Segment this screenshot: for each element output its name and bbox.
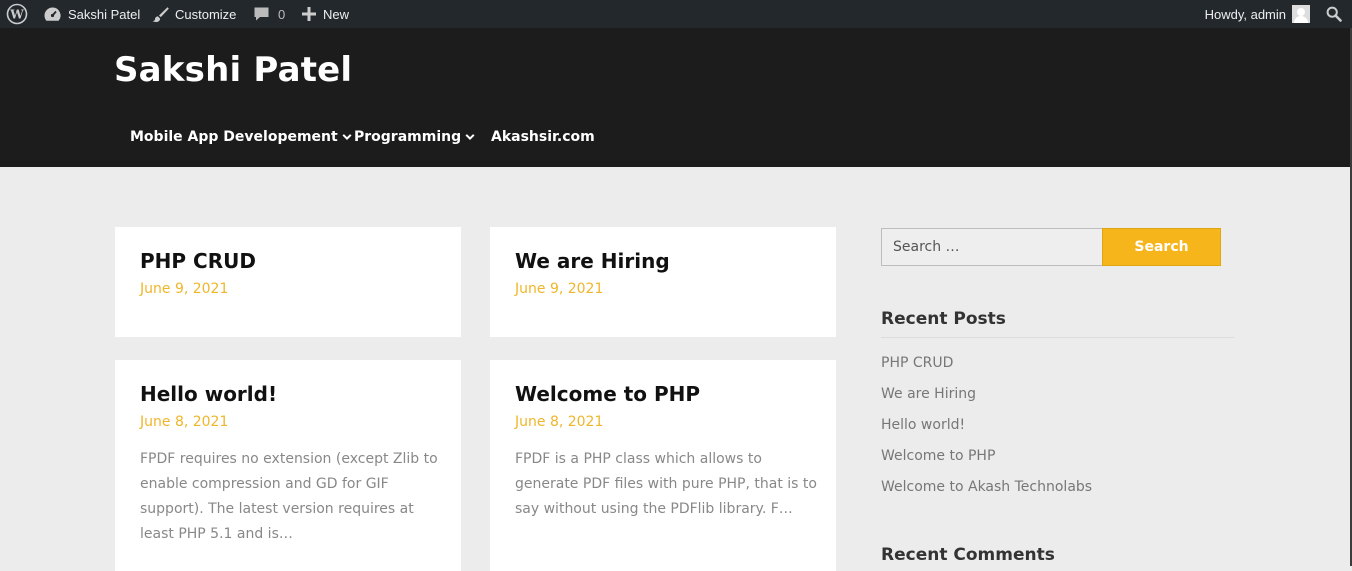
wordpress-logo-icon[interactable]: W [6,0,28,28]
nav-item-programming[interactable]: Programming [354,106,475,167]
admin-bar: W Sakshi Patel Customize 0 New Howdy, ad… [0,0,1352,28]
recent-post-link[interactable]: Welcome to PHP [881,445,1092,476]
main-navigation: Mobile App Developement Programming Akas… [0,106,1350,167]
admin-bar-account[interactable]: Howdy, admin [1205,0,1310,28]
comments-count: 0 [278,6,286,22]
site-title[interactable]: Sakshi Patel [114,50,352,90]
widget-divider [881,337,1234,338]
recent-posts-heading: Recent Posts [881,309,1006,329]
plus-icon [302,7,316,21]
admin-bar-site-name: Sakshi Patel [68,6,141,22]
admin-bar-site-link[interactable]: Sakshi Patel [43,0,140,28]
recent-post-link[interactable]: PHP CRUD [881,352,1092,383]
search-button[interactable]: Search [1102,228,1221,266]
howdy-text: Howdy, admin [1204,6,1286,22]
svg-text:W: W [9,8,24,22]
avatar [1292,5,1310,23]
recent-post-link[interactable]: Welcome to Akash Technolabs [881,476,1092,507]
post-title[interactable]: PHP CRUD [140,249,256,273]
nav-item-akashsir[interactable]: Akashsir.com [491,106,595,167]
paintbrush-icon [151,6,169,22]
search-icon[interactable] [1326,0,1342,28]
nav-item-label: Programming [354,128,462,145]
post-title[interactable]: We are Hiring [515,249,670,273]
post-date[interactable]: June 8, 2021 [140,414,228,430]
admin-bar-new-label: New [323,6,350,22]
admin-bar-customize-label: Customize [175,6,237,22]
comment-bubble-icon [253,6,270,22]
recent-posts-list: PHP CRUD We are Hiring Hello world! Welc… [881,352,1092,507]
search-input[interactable] [881,228,1103,266]
recent-comments-heading: Recent Comments [881,545,1055,565]
post-date[interactable]: June 9, 2021 [515,281,603,297]
nav-item-mobile-app-developement[interactable]: Mobile App Developement [130,106,352,167]
post-title[interactable]: Hello world! [140,382,277,406]
nav-item-label: Akashsir.com [491,128,595,145]
nav-item-label: Mobile App Developement [130,128,338,145]
recent-post-link[interactable]: We are Hiring [881,383,1092,414]
admin-bar-comments[interactable]: 0 [253,0,285,28]
admin-bar-new[interactable]: New [302,0,349,28]
post-title[interactable]: Welcome to PHP [515,382,700,406]
post-card: Hello world! June 8, 2021 FPDF requires … [115,360,461,571]
post-card: PHP CRUD June 9, 2021 [115,227,461,337]
dashboard-icon [43,6,62,22]
post-date[interactable]: June 8, 2021 [515,414,603,430]
recent-post-link[interactable]: Hello world! [881,414,1092,445]
admin-bar-customize[interactable]: Customize [151,0,236,28]
post-excerpt: FPDF is a PHP class which allows to gene… [515,451,817,517]
post-card: Welcome to PHP June 8, 2021 FPDF is a PH… [490,360,836,571]
post-card: We are Hiring June 9, 2021 [490,227,836,337]
post-excerpt: FPDF requires no extension (except Zlib … [140,451,438,542]
chevron-down-icon [342,129,352,145]
post-date[interactable]: June 9, 2021 [140,281,228,297]
site-header: Sakshi Patel [0,28,1350,106]
chevron-down-icon [465,129,475,145]
